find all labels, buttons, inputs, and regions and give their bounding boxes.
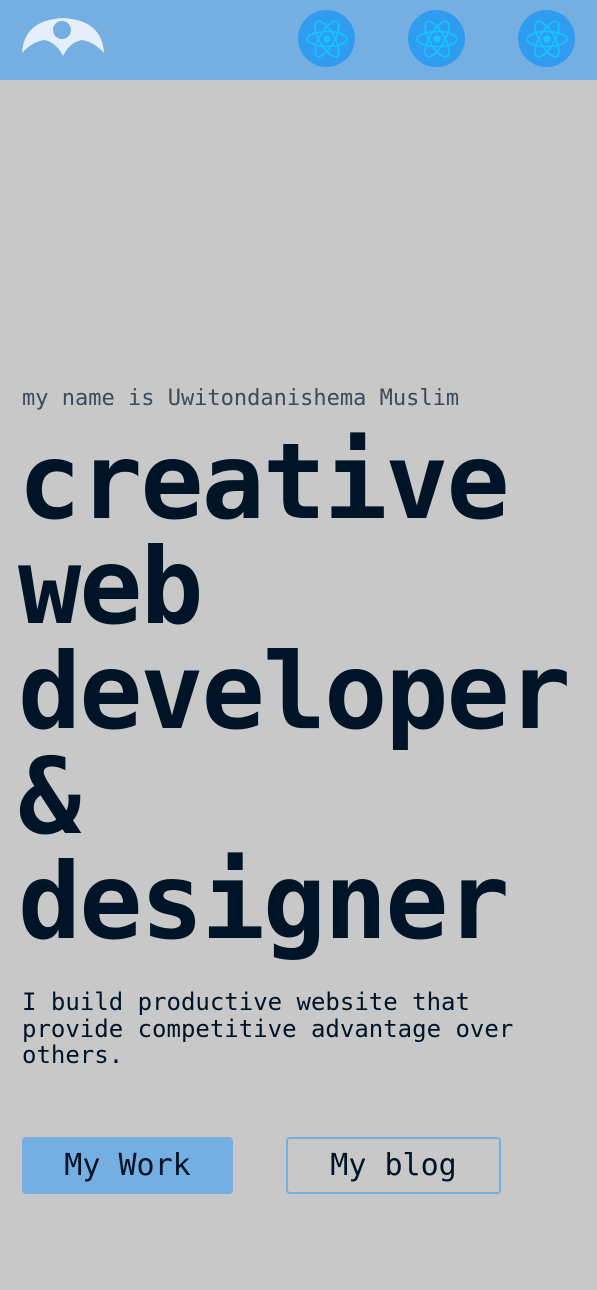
- headline-line: developer: [18, 631, 571, 753]
- top-bar: [0, 0, 597, 80]
- headline-line: web: [18, 526, 204, 648]
- my-work-button[interactable]: My Work: [22, 1137, 233, 1194]
- my-blog-button[interactable]: My blog: [286, 1137, 501, 1194]
- react-icon[interactable]: [518, 10, 575, 67]
- description-text: I build productive website that provide …: [22, 988, 514, 1069]
- intro-text: my name is Uwitondanishema Muslim: [22, 386, 460, 411]
- logo-emblem-icon[interactable]: [22, 16, 104, 58]
- headline-line: &: [18, 736, 81, 858]
- headline: creative web developer & designer: [18, 421, 571, 963]
- headline-line: creative: [18, 421, 510, 543]
- headline-line: designer: [18, 841, 510, 963]
- react-icon[interactable]: [408, 10, 465, 67]
- react-icon[interactable]: [298, 10, 355, 67]
